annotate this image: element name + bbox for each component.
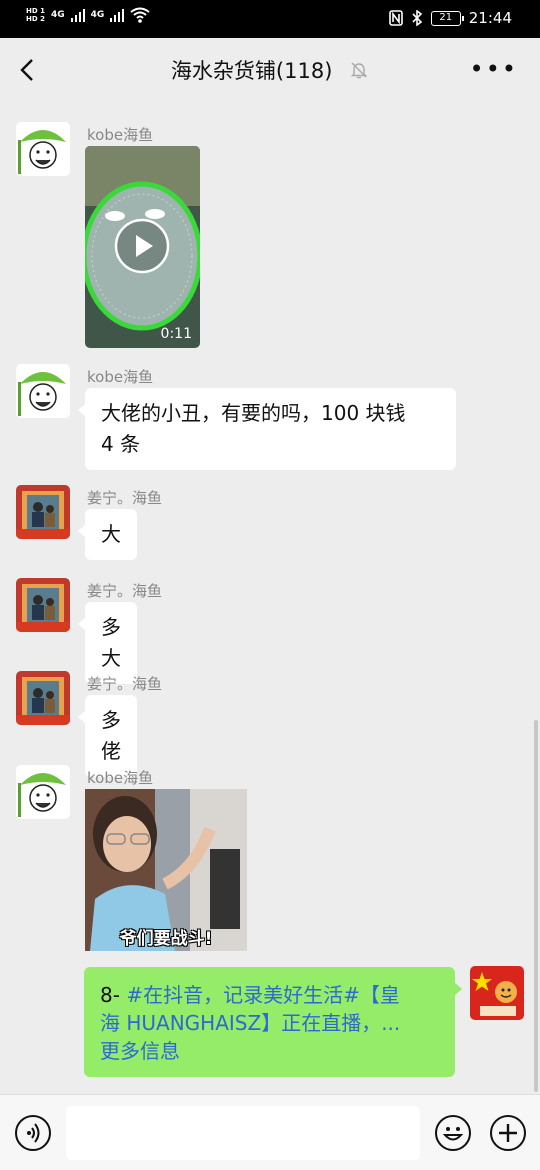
signal-icon-2 bbox=[110, 8, 125, 22]
sender-name: 姜宁。海鱼 bbox=[87, 489, 163, 507]
sender-name: kobe海鱼 bbox=[87, 769, 154, 787]
clock: 21:44 bbox=[468, 9, 512, 27]
photo-avatar-icon bbox=[16, 485, 70, 539]
message-input[interactable] bbox=[66, 1106, 420, 1160]
sender-name: 姜宁。海鱼 bbox=[87, 582, 163, 600]
avatar[interactable] bbox=[16, 364, 70, 418]
network-label-2: 4G bbox=[90, 10, 105, 20]
message-text-line: 8- #在抖音，记录美好生活#【皇 bbox=[100, 981, 439, 1009]
message-bubble[interactable]: 多大 bbox=[78, 602, 137, 684]
scrollbar[interactable] bbox=[534, 720, 538, 1092]
fish-net-video-image bbox=[85, 146, 200, 348]
leaf-cartoon-avatar-icon bbox=[16, 122, 70, 176]
battery-icon: 21 bbox=[430, 10, 464, 26]
smiley-icon bbox=[442, 1127, 464, 1141]
avatar[interactable] bbox=[16, 578, 70, 632]
hd1-label: HD 1 bbox=[26, 7, 45, 15]
hd-indicator: HD 1 HD 2 bbox=[26, 7, 45, 23]
chat-title: 海水杂货铺(118) bbox=[170, 59, 333, 83]
sticker-caption: 爷们要战斗! bbox=[119, 929, 213, 949]
avatar[interactable] bbox=[16, 765, 70, 819]
message-text-content: 大 bbox=[101, 522, 121, 546]
photo-avatar-icon bbox=[16, 578, 70, 632]
sender-name: kobe海鱼 bbox=[87, 126, 154, 144]
sender-name: 姜宁。海鱼 bbox=[87, 675, 163, 693]
photo-avatar-icon bbox=[16, 671, 70, 725]
message-text-line: 大佬的小丑，有要的吗，100 块钱 bbox=[101, 401, 406, 425]
flag-avatar-icon bbox=[470, 966, 524, 1020]
avatar[interactable] bbox=[16, 485, 70, 539]
emoji-icon[interactable] bbox=[435, 1115, 471, 1151]
sender-name: kobe海鱼 bbox=[87, 368, 154, 386]
message-bubble[interactable]: 大佬的小丑，有要的吗，100 块钱 4 条 bbox=[78, 388, 456, 470]
message-text-line: 海 HUANGHAISZ】正在直播，... bbox=[100, 1011, 401, 1035]
plus-icon[interactable] bbox=[490, 1115, 526, 1151]
more-info-link[interactable]: 更多信息 bbox=[100, 1037, 439, 1065]
signal-icon bbox=[70, 8, 85, 22]
chat-title-wrap: 海水杂货铺(118) bbox=[0, 55, 540, 85]
plus-sign-icon bbox=[499, 1124, 517, 1142]
wifi-icon bbox=[130, 7, 150, 23]
input-bar bbox=[0, 1094, 540, 1170]
message-mine: 8- #在抖音，记录美好生活#【皇 海 HUANGHAISZ】正在直播，... … bbox=[0, 966, 540, 1078]
my-avatar[interactable] bbox=[470, 966, 524, 1020]
message-bubble[interactable]: 8- #在抖音，记录美好生活#【皇 海 HUANGHAISZ】正在直播，... … bbox=[84, 967, 462, 1077]
bell-off-icon bbox=[350, 62, 368, 79]
network-label-1: 4G bbox=[50, 10, 65, 20]
leaf-cartoon-avatar-icon bbox=[16, 364, 70, 418]
message-text-line: 4 条 bbox=[101, 432, 141, 456]
video-thumbnail[interactable]: 0:11 bbox=[85, 146, 200, 348]
hashtag-link[interactable]: #在抖音，记录美好生活# bbox=[126, 983, 360, 1007]
voice-wave-icon bbox=[27, 1123, 40, 1143]
avatar[interactable] bbox=[16, 122, 70, 176]
leaf-cartoon-avatar-icon bbox=[16, 765, 70, 819]
message-text-prefix: 8- bbox=[100, 983, 127, 1007]
message-text-content: 多佬 bbox=[101, 708, 121, 763]
battery-level: 21 bbox=[439, 11, 453, 23]
hd2-label: HD 2 bbox=[26, 15, 45, 23]
message-bubble[interactable]: 大 bbox=[78, 509, 137, 560]
status-bar: HD 1 HD 2 4G 4G 21 21:44 bbox=[0, 0, 540, 38]
avatar[interactable] bbox=[16, 671, 70, 725]
voice-icon[interactable] bbox=[15, 1115, 51, 1151]
bluetooth-icon bbox=[412, 10, 422, 26]
message-text-content: 多大 bbox=[101, 615, 121, 670]
message-text-tail: 【皇 bbox=[359, 983, 400, 1007]
more-dots-icon[interactable]: ••• bbox=[470, 57, 518, 81]
nfc-icon bbox=[388, 10, 403, 26]
message-bubble[interactable]: 多佬 bbox=[78, 695, 137, 777]
video-duration: 0:11 bbox=[160, 326, 192, 342]
sticker-image[interactable]: 爷们要战斗! bbox=[85, 789, 247, 951]
chat-header: 海水杂货铺(118) ••• bbox=[0, 38, 540, 102]
